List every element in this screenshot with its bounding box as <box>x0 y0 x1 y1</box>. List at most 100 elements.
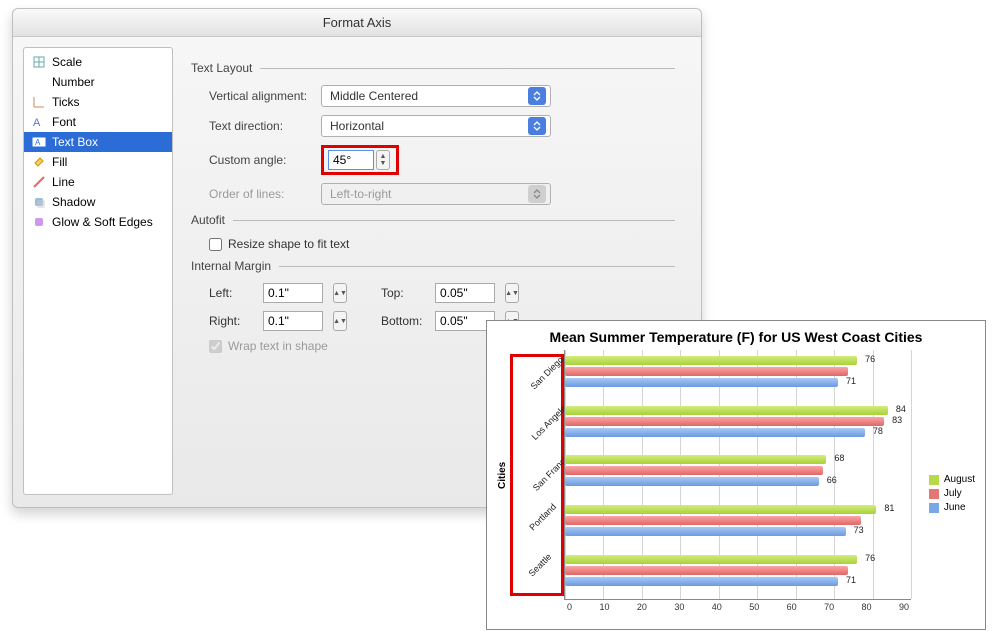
sidebar-item-fill[interactable]: Fill <box>24 152 172 172</box>
bar <box>565 367 848 376</box>
label-margin-left: Left: <box>209 286 253 300</box>
sidebar-item-line[interactable]: Line <box>24 172 172 192</box>
bar-value: 84 <box>896 404 906 414</box>
select-value: Horizontal <box>330 119 384 133</box>
legend-label: August <box>944 474 975 485</box>
sidebar-item-label: Fill <box>52 155 67 169</box>
bar: 68 <box>565 455 826 464</box>
bar-group: 76 71 <box>565 356 857 387</box>
swatch-icon <box>929 503 939 513</box>
stepper-margin-right[interactable]: ▲▼ <box>333 311 347 331</box>
chevron-updown-icon <box>528 185 546 203</box>
bar <box>565 466 823 475</box>
bar-value: 71 <box>846 376 856 386</box>
legend-item-june: June <box>929 502 975 513</box>
bar-value: 66 <box>827 475 837 485</box>
bar: 83 <box>565 417 884 426</box>
bar-value: 73 <box>854 525 864 535</box>
legend-item-august: August <box>929 474 975 485</box>
select-vertical-alignment[interactable]: Middle Centered <box>321 85 551 107</box>
sidebar-item-label: Font <box>52 115 76 129</box>
chart-body: Cities San Diego Los Angeles San Francis… <box>495 350 977 600</box>
y-axis-title: Cities <box>495 350 510 600</box>
bar: 84 <box>565 406 888 415</box>
bar-value: 76 <box>865 354 875 364</box>
gridline <box>911 350 912 599</box>
checkbox-resize-shape[interactable] <box>209 238 222 251</box>
stepper-margin-left[interactable]: ▲▼ <box>333 283 347 303</box>
section-autofit: Autofit <box>191 213 675 227</box>
stepper-custom-angle[interactable]: ▲▼ <box>328 150 390 170</box>
bar-value: 83 <box>892 415 902 425</box>
stepper-margin-top[interactable]: ▲▼ <box>505 283 519 303</box>
bar-value: 68 <box>834 453 844 463</box>
sidebar-item-label: Number <box>52 75 95 89</box>
plot-area: 7671848378686681737671 <box>564 350 911 600</box>
textbox-icon: A <box>32 135 46 149</box>
label-order-of-lines: Order of lines: <box>191 187 321 201</box>
bar: 78 <box>565 428 865 437</box>
sidebar-item-glow[interactable]: Glow & Soft Edges <box>24 212 172 232</box>
row-resize-shape[interactable]: Resize shape to fit text <box>191 237 675 251</box>
checkbox-wrap-text <box>209 340 222 353</box>
row-order-of-lines: Order of lines: Left-to-right <box>191 183 675 205</box>
chart-panel: Mean Summer Temperature (F) for US West … <box>486 320 986 630</box>
chart-title: Mean Summer Temperature (F) for US West … <box>495 329 977 346</box>
svg-text:A: A <box>35 138 41 147</box>
shadow-icon <box>32 195 46 209</box>
x-tick-label: 50 <box>749 602 759 612</box>
sidebar-item-label: Shadow <box>52 195 95 209</box>
label-vertical-alignment: Vertical alignment: <box>191 89 321 103</box>
bar: 76 <box>565 356 857 365</box>
label-margin-right: Right: <box>209 314 253 328</box>
label-text-direction: Text direction: <box>191 119 321 133</box>
bar: 71 <box>565 378 838 387</box>
bar-value: 78 <box>873 426 883 436</box>
select-text-direction[interactable]: Horizontal <box>321 115 551 137</box>
input-margin-right[interactable] <box>263 311 323 331</box>
x-tick-label: 70 <box>824 602 834 612</box>
input-margin-left[interactable] <box>263 283 323 303</box>
label-wrap-text: Wrap text in shape <box>228 339 328 353</box>
sidebar-item-number[interactable]: Number <box>24 72 172 92</box>
legend-label: June <box>944 502 966 513</box>
section-internal-margin: Internal Margin <box>191 259 675 273</box>
section-label-text: Text Layout <box>191 61 252 75</box>
sidebar-item-ticks[interactable]: Ticks <box>24 92 172 112</box>
dialog-title: Format Axis <box>13 9 701 37</box>
x-tick-label: 60 <box>787 602 797 612</box>
sidebar-item-font[interactable]: A Font <box>24 112 172 132</box>
sidebar-item-label: Text Box <box>52 135 98 149</box>
bar: 81 <box>565 505 876 514</box>
bar <box>565 566 848 575</box>
sidebar-item-scale[interactable]: Scale <box>24 52 172 72</box>
svg-text:A: A <box>33 117 41 129</box>
select-value: Left-to-right <box>330 187 391 201</box>
bar-group: 6866 <box>565 455 826 486</box>
swatch-icon <box>929 475 939 485</box>
number-icon <box>32 75 46 89</box>
swatch-icon <box>929 489 939 499</box>
sidebar-item-label: Scale <box>52 55 82 69</box>
bar: 71 <box>565 577 838 586</box>
stepper-buttons[interactable]: ▲▼ <box>376 150 390 170</box>
sidebar-item-shadow[interactable]: Shadow <box>24 192 172 212</box>
row-text-direction: Text direction: Horizontal <box>191 115 675 137</box>
section-label-text: Internal Margin <box>191 259 271 273</box>
chevron-updown-icon <box>528 87 546 105</box>
label-resize-shape: Resize shape to fit text <box>228 237 349 251</box>
fill-icon <box>32 155 46 169</box>
section-text-layout: Text Layout <box>191 61 675 75</box>
ticks-icon <box>32 95 46 109</box>
input-custom-angle[interactable] <box>328 150 374 170</box>
input-margin-top[interactable] <box>435 283 495 303</box>
sidebar-item-text-box[interactable]: A Text Box <box>24 132 172 152</box>
font-icon: A <box>32 115 46 129</box>
chevron-updown-icon <box>528 117 546 135</box>
bar: 76 <box>565 555 857 564</box>
x-tick-label: 80 <box>862 602 872 612</box>
sidebar: Scale Number Ticks A Font A Text Box Fil… <box>23 47 173 495</box>
x-tick-label: 0 <box>567 602 572 612</box>
x-tick-label: 40 <box>712 602 722 612</box>
scale-icon <box>32 55 46 69</box>
